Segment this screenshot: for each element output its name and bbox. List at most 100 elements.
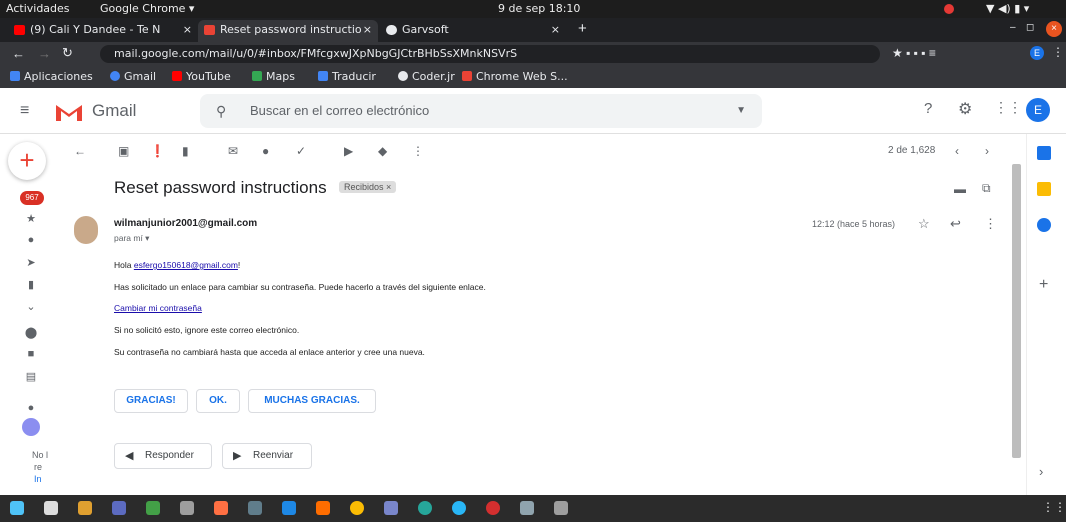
open-new-window-icon[interactable]: ⧉ <box>982 181 991 196</box>
app-menu[interactable]: Google Chrome ▾ <box>100 2 194 15</box>
tab-youtube[interactable]: (9) Cali Y Dandee - Te N × <box>8 20 198 42</box>
help-icon[interactable]: ? <box>924 100 932 117</box>
back-to-inbox-icon[interactable]: ← <box>74 144 86 158</box>
older-icon[interactable]: › <box>985 144 989 158</box>
record-icon[interactable] <box>944 4 954 14</box>
calendar-icon[interactable] <box>1037 146 1051 160</box>
bookmark-youtube[interactable]: YouTube <box>172 70 231 83</box>
smart-reply-muchas-gracias[interactable]: MUCHAS GRACIAS. <box>248 389 376 413</box>
move-to-icon[interactable]: ▶ <box>344 144 353 158</box>
smart-reply-ok[interactable]: OK. <box>196 389 240 413</box>
sent-icon[interactable]: ➤ <box>24 256 38 269</box>
sender-avatar[interactable] <box>74 216 98 244</box>
hangouts-hint-3[interactable]: In <box>34 474 42 484</box>
hangouts-icon[interactable]: ● <box>24 402 38 414</box>
reload-icon[interactable]: ↻ <box>62 45 73 61</box>
newer-icon[interactable]: ‹ <box>955 144 959 158</box>
bookmark-maps[interactable]: Maps <box>252 70 295 83</box>
close-tab-icon[interactable]: × <box>183 20 192 40</box>
taskbar-app-icon[interactable] <box>384 501 398 515</box>
taskbar-app-icon[interactable] <box>554 501 568 515</box>
gmail-logo-icon[interactable] <box>54 102 84 122</box>
keep-icon[interactable] <box>1037 182 1051 196</box>
tasks-icon[interactable] <box>1037 218 1051 232</box>
starred-icon[interactable]: ★ <box>24 212 38 225</box>
close-tab-icon[interactable]: × <box>551 20 560 40</box>
taskbar-app-icon[interactable] <box>146 501 160 515</box>
chrome-menu-icon[interactable]: ⋮ <box>1052 45 1064 59</box>
get-addons-icon[interactable]: + <box>1039 276 1048 294</box>
apps-grid-icon[interactable]: ⋮⋮ <box>994 99 1022 116</box>
star-icon[interactable]: ☆ <box>918 216 930 232</box>
new-tab-icon[interactable]: + <box>578 20 587 37</box>
address-bar[interactable]: mail.google.com/mail/u/0/#inbox/FMfcgxwJ… <box>100 45 880 63</box>
keyboard-icon[interactable]: ▤ <box>24 370 38 383</box>
sender-email[interactable]: wilmanjunior2001@gmail.com <box>114 218 257 229</box>
minimize-icon[interactable]: – <box>1010 22 1016 33</box>
add-task-icon[interactable]: ✓ <box>296 144 306 158</box>
taskbar-app-icon[interactable] <box>316 501 330 515</box>
extension-icons[interactable]: ★ ▪ ▪ ▪ ≡ <box>892 46 936 60</box>
compose-button[interactable]: + <box>8 142 46 180</box>
account-avatar[interactable]: E <box>1026 98 1050 122</box>
tab-gmail[interactable]: Reset password instructio × <box>198 20 378 42</box>
taskbar-app-icon[interactable] <box>180 501 194 515</box>
taskbar-app-icon[interactable] <box>78 501 92 515</box>
report-spam-icon[interactable]: ❗ <box>150 144 165 158</box>
taskbar-chrome-icon[interactable] <box>350 501 364 515</box>
archive-icon[interactable]: ▣ <box>118 144 129 158</box>
search-icon[interactable]: ⚲ <box>216 94 226 128</box>
reply-button[interactable]: ◀ Responder <box>114 443 212 469</box>
taskbar-app-icon[interactable] <box>520 501 534 515</box>
taskbar-app-icon[interactable] <box>282 501 296 515</box>
close-tab-icon[interactable]: × <box>363 20 372 40</box>
taskbar-app-icon[interactable] <box>248 501 262 515</box>
hangouts-avatar[interactable] <box>22 418 40 436</box>
expand-panel-icon[interactable]: › <box>1039 464 1043 479</box>
bookmark-chrome-web-store[interactable]: Chrome Web S... <box>462 70 568 83</box>
taskbar-app-icon[interactable] <box>452 501 466 515</box>
message-scrollbar[interactable] <box>1012 164 1021 458</box>
bookmark-apps[interactable]: Aplicaciones <box>10 70 93 83</box>
tab-garvsoft[interactable]: Garvsoft × <box>380 20 566 42</box>
change-password-link[interactable]: Cambiar mi contraseña <box>114 303 202 313</box>
inbox-label-chip[interactable]: Recibidos × <box>339 181 397 193</box>
greeting-email-link[interactable]: esfergo150618@gmail.com <box>134 260 238 270</box>
close-window-icon[interactable]: × <box>1046 21 1062 37</box>
forward-icon[interactable]: → <box>38 46 51 61</box>
settings-gear-icon[interactable]: ⚙ <box>958 99 972 119</box>
activities-button[interactable]: Actividades <box>6 2 70 15</box>
system-status-icons[interactable]: ▼ ◀) ▮ ▾ <box>986 2 1029 15</box>
forward-button[interactable]: ▶ Reenviar <box>222 443 312 469</box>
recipient-dropdown[interactable]: para mí ▾ <box>114 233 149 244</box>
taskbar-app-icon[interactable] <box>10 501 24 515</box>
more-icon[interactable]: ⌄ <box>24 300 38 313</box>
delete-icon[interactable]: ▮ <box>182 144 189 158</box>
search-input[interactable]: ⚲ Buscar en el correo electrónico ▼ <box>200 94 762 128</box>
bookmark-translate[interactable]: Traducir <box>318 70 376 83</box>
clock[interactable]: 9 de sep 18:10 <box>498 2 580 15</box>
video-icon[interactable]: ■ <box>24 348 38 360</box>
taskbar-app-icon[interactable] <box>486 501 500 515</box>
smart-reply-gracias[interactable]: GRACIAS! <box>114 389 188 413</box>
bookmark-gmail[interactable]: Gmail <box>110 70 156 83</box>
back-icon[interactable]: ← <box>12 46 25 61</box>
taskbar-app-icon[interactable] <box>214 501 228 515</box>
mark-unread-icon[interactable]: ✉ <box>228 144 238 158</box>
main-menu-icon[interactable]: ≡ <box>20 102 29 120</box>
message-more-icon[interactable]: ⋮ <box>984 216 997 232</box>
snooze-icon[interactable]: ● <box>262 144 269 158</box>
more-options-icon[interactable]: ⋮ <box>412 144 424 158</box>
reply-icon[interactable]: ↩ <box>950 216 961 232</box>
search-options-icon[interactable]: ▼ <box>736 94 746 128</box>
taskbar-app-icon[interactable] <box>112 501 126 515</box>
drafts-icon[interactable]: ▮ <box>24 278 38 291</box>
maximize-icon[interactable]: ◻ <box>1026 22 1034 33</box>
snoozed-icon[interactable]: ● <box>24 234 38 246</box>
profile-avatar[interactable]: E <box>1030 46 1044 60</box>
taskbar-app-icon[interactable] <box>418 501 432 515</box>
bookmark-coder[interactable]: Coder.jr <box>398 70 455 83</box>
taskbar-app-icon[interactable] <box>44 501 58 515</box>
labels-icon[interactable]: ◆ <box>378 144 387 158</box>
print-icon[interactable]: ▬ <box>954 182 966 196</box>
